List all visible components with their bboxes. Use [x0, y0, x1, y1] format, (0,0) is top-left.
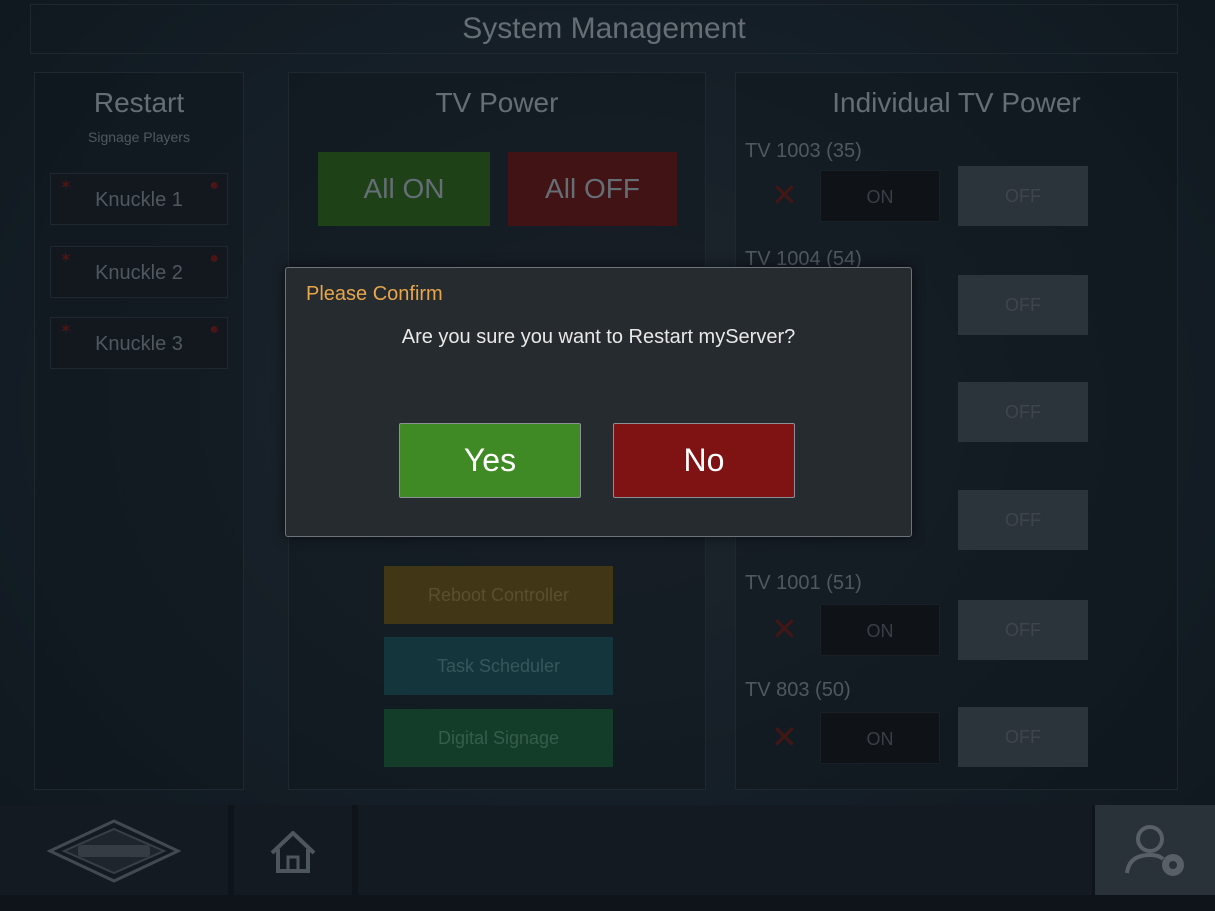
confirm-dialog: Please Confirm Are you sure you want to … — [285, 267, 912, 537]
yes-button[interactable]: Yes — [399, 423, 581, 498]
dialog-title: Please Confirm — [306, 283, 443, 305]
dialog-message: Are you sure you want to Restart myServe… — [401, 326, 796, 348]
no-button[interactable]: No — [613, 423, 795, 498]
